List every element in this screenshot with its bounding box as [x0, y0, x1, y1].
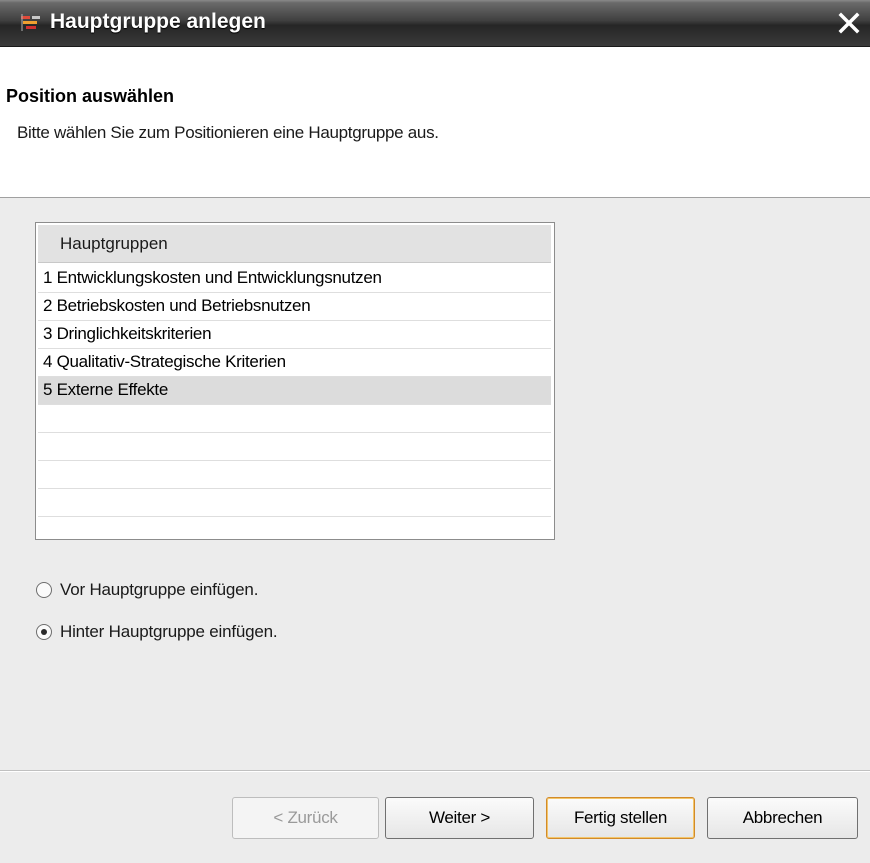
back-button[interactable]: < Zurück [232, 797, 379, 839]
hauptgruppen-list[interactable]: Hauptgruppen 1 Entwicklungskosten und En… [35, 222, 555, 540]
insert-before-option[interactable]: Vor Hauptgruppe einfügen. [36, 578, 258, 602]
list-item[interactable]: 1 Entwicklungskosten und Entwicklungsnut… [38, 265, 551, 293]
list-item-empty[interactable] [38, 405, 551, 433]
footer-divider-highlight [0, 771, 870, 772]
app-logo-icon [21, 14, 40, 31]
page-title: Position auswählen [6, 86, 175, 106]
finish-button[interactable]: Fertig stellen [546, 797, 695, 839]
insert-after-option[interactable]: Hinter Hauptgruppe einfügen. [36, 620, 278, 644]
window-title: Hauptgruppe anlegen [50, 10, 266, 33]
list-item[interactable]: 4 Qualitativ-Strategische Kriterien [38, 349, 551, 377]
list-item-empty[interactable] [38, 461, 551, 489]
next-button[interactable]: Weiter > [385, 797, 534, 839]
insert-before-label: Vor Hauptgruppe einfügen. [60, 580, 259, 599]
cancel-button[interactable]: Abbrechen [707, 797, 858, 839]
wizard-header [0, 47, 870, 197]
list-item[interactable]: 2 Betriebskosten und Betriebsnutzen [38, 293, 551, 321]
title-bar: Hauptgruppe anlegen [0, 0, 870, 47]
radio-selected-dot [41, 629, 47, 635]
list-column-header[interactable]: Hauptgruppen [38, 225, 551, 263]
insert-after-label: Hinter Hauptgruppe einfügen. [60, 622, 278, 641]
page-description: Bitte wählen Sie zum Positionieren eine … [17, 123, 439, 142]
list-item-selected[interactable]: 5 Externe Effekte [38, 377, 551, 405]
list-item[interactable]: 3 Dringlichkeitskriterien [38, 321, 551, 349]
insert-before-radio[interactable] [36, 582, 52, 598]
close-button[interactable] [830, 6, 868, 40]
list-item-empty[interactable] [38, 433, 551, 461]
list-rows: 1 Entwicklungskosten und Entwicklungsnut… [38, 265, 551, 517]
list-column-header-label: Hauptgruppen [60, 234, 168, 253]
insert-after-radio[interactable] [36, 624, 52, 640]
close-icon [838, 12, 860, 34]
list-item-empty[interactable] [38, 489, 551, 517]
